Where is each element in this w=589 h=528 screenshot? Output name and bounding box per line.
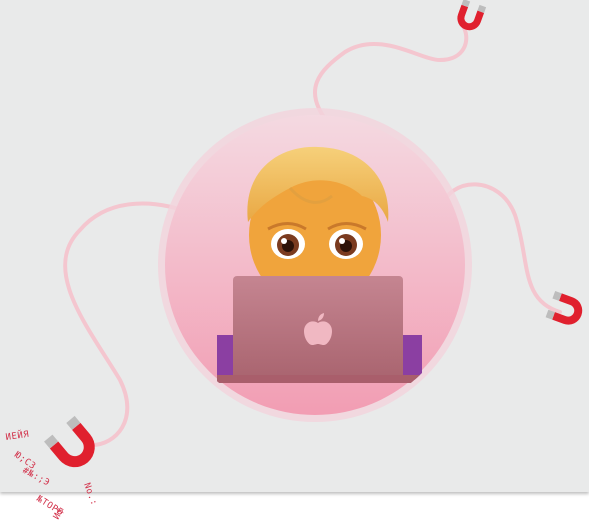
magnet-icon (44, 415, 95, 468)
stamp-line-3: No.: (81, 482, 98, 508)
illustration-canvas: ИЕЙЯ Ю;СЗ No.: #№:;Э №ТОРБ И$ (0, 0, 589, 528)
laptop-icon (217, 276, 422, 383)
magnet-icon (457, 0, 487, 31)
stamp-line-4: #№:;Э (21, 466, 52, 489)
stamp-line-1: ИЕЙЯ (5, 428, 30, 443)
connected-technologist-illustration: ИЕЙЯ Ю;СЗ No.: #№:;Э №ТОРБ И$ (5, 0, 583, 522)
